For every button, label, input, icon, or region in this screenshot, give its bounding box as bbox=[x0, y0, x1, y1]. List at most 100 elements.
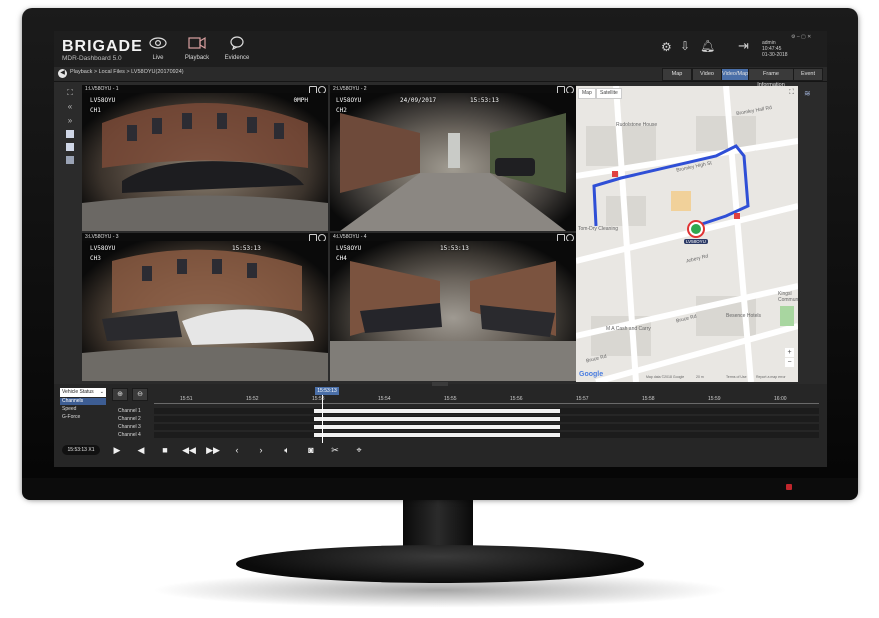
recording-segment[interactable] bbox=[314, 417, 560, 421]
bell-icon[interactable]: 🔔︎ bbox=[700, 39, 715, 53]
fast-forward-icon[interactable]: ▶▶ bbox=[206, 445, 220, 456]
channel-track-1[interactable] bbox=[154, 408, 819, 414]
tab-map[interactable]: Map bbox=[662, 68, 692, 81]
tab-frame-information[interactable]: Frame Information bbox=[748, 68, 794, 88]
osd-channel-4: CH4 bbox=[336, 255, 347, 262]
chevron-down-icon: ⌄ bbox=[99, 389, 104, 395]
reverse-play-icon[interactable]: ◀ bbox=[134, 445, 148, 456]
google-logo: Google bbox=[579, 371, 604, 378]
street-scene-1 bbox=[82, 103, 328, 231]
map-data-credit: Map data ©2018 Google bbox=[646, 375, 685, 379]
zoom-out-button[interactable]: ⊖ bbox=[132, 388, 148, 401]
rewind-icon[interactable]: ◀◀ bbox=[182, 445, 196, 456]
window-controls[interactable]: ⚙ – ▢ ✕ bbox=[791, 34, 811, 40]
logout-icon[interactable]: ⇥ bbox=[738, 38, 749, 54]
tab-event[interactable]: Event bbox=[793, 68, 823, 81]
map-zoom-out-button[interactable]: − bbox=[785, 358, 794, 367]
playback-time: 15:53:13 bbox=[67, 447, 87, 453]
location-search-icon[interactable]: ⌖ bbox=[352, 445, 366, 456]
channel-label-3: Channel 3 bbox=[118, 424, 141, 430]
previous-frame-icon[interactable]: ‹ bbox=[230, 445, 244, 455]
play-icon[interactable]: ▶ bbox=[110, 445, 124, 456]
timeline-tick-label: 15:52 bbox=[246, 396, 259, 402]
camera-feed-4: LV58OYU 15:53:13 CH4 bbox=[330, 241, 576, 381]
zoom-in-button[interactable]: ⊕ bbox=[112, 388, 128, 401]
channel-label-1: Channel 1 bbox=[118, 408, 141, 414]
back-button[interactable]: ◀ bbox=[58, 69, 67, 78]
product-name: MDR-Dashboard 5.0 bbox=[62, 55, 122, 62]
channel-track-3[interactable] bbox=[154, 424, 819, 430]
map-terms-link[interactable]: Terms of Use bbox=[726, 375, 747, 379]
timeline-tick-label: 15:59 bbox=[708, 396, 721, 402]
expand-right-icon[interactable]: » bbox=[66, 117, 74, 125]
camera-tile-2[interactable]: 2:LV58OYU - 2 LV58OYU 24/09/2017 15:53:1… bbox=[330, 85, 576, 231]
recording-segment[interactable] bbox=[314, 409, 560, 413]
vehicle-marker-label[interactable]: LV58OYU bbox=[684, 239, 708, 244]
street-scene-2 bbox=[340, 113, 566, 231]
app-screen: BRIGADE MDR-Dashboard 5.0 Live Playback … bbox=[54, 31, 827, 467]
osd-vehicle-id-2: LV58OYU bbox=[336, 97, 362, 104]
map-tab-map[interactable]: Map bbox=[578, 88, 596, 99]
user-date: 01-30-2018 bbox=[762, 52, 788, 58]
channel-track-2[interactable] bbox=[154, 416, 819, 422]
time-cursor-line[interactable] bbox=[322, 395, 323, 443]
channel-track-4[interactable] bbox=[154, 432, 819, 438]
nav-playback[interactable]: Playback bbox=[182, 36, 212, 61]
recording-segment[interactable] bbox=[314, 425, 560, 429]
snapshot-icon[interactable]: ◙ bbox=[304, 445, 318, 455]
camera-feed-3: LV58OYU 15:53:13 CH3 bbox=[82, 241, 328, 381]
nav-evidence[interactable]: Evidence bbox=[222, 36, 252, 61]
nav-live[interactable]: Live bbox=[146, 36, 170, 61]
stop-icon[interactable]: ■ bbox=[158, 445, 172, 455]
collapse-handle[interactable] bbox=[432, 382, 448, 386]
status-item-channels[interactable]: Channels bbox=[60, 398, 106, 405]
layout-quad-icon[interactable] bbox=[66, 143, 74, 151]
camera-tile-3[interactable]: 3:LV58OYU - 3 LV58OYU 15:53:13 CH3 bbox=[82, 233, 328, 381]
chat-bubble-icon bbox=[230, 36, 244, 51]
timeline-tick-label: 15:51 bbox=[180, 396, 193, 402]
video-camera-icon bbox=[188, 36, 206, 50]
nav-playback-label: Playback bbox=[184, 55, 210, 61]
vehicle-status-value: Vehicle Status bbox=[62, 389, 94, 395]
map-report-link[interactable]: Report a map error bbox=[756, 375, 786, 379]
panel-toggle-icon[interactable]: ≋ bbox=[804, 89, 811, 98]
map-tab-satellite[interactable]: Satellite bbox=[596, 88, 622, 99]
timeline-tick-label: 15:58 bbox=[642, 396, 655, 402]
map-place-besence: Besence Hotels bbox=[726, 313, 762, 319]
next-frame-icon[interactable]: › bbox=[254, 445, 268, 455]
eye-icon bbox=[149, 37, 167, 49]
layout-single-icon[interactable] bbox=[66, 130, 74, 138]
recording-segment[interactable] bbox=[314, 433, 560, 437]
camera-settings-icon[interactable]: ⚙ bbox=[661, 40, 672, 54]
volume-icon[interactable]: 🔈︎ bbox=[280, 445, 294, 456]
map-scale: 20 m bbox=[696, 375, 704, 379]
osd-channel-3: CH3 bbox=[90, 255, 101, 262]
power-led-icon bbox=[786, 484, 792, 490]
fit-screen-icon[interactable]: ⛶ bbox=[66, 89, 74, 97]
download-icon[interactable]: ⇩ bbox=[680, 39, 690, 53]
map-panel[interactable]: Map Satellite ⛶ Rudolstone House Bromley… bbox=[576, 86, 798, 382]
camera-tile-1[interactable]: 1:LV58OYU - 1 LV58OYU 0MPH CH1 bbox=[82, 85, 328, 231]
map-fullscreen-icon[interactable]: ⛶ bbox=[789, 89, 794, 97]
time-cursor-label[interactable]: 15:53:13 bbox=[315, 387, 339, 395]
camera-title-4: 4:LV58OYU - 4 bbox=[330, 233, 576, 241]
osd-vehicle-id-3: LV58OYU bbox=[90, 245, 116, 252]
camera-feed-2: LV58OYU 24/09/2017 15:53:13 CH2 bbox=[330, 93, 576, 231]
channel-label-4: Channel 4 bbox=[118, 432, 141, 438]
collapse-left-icon[interactable]: « bbox=[66, 103, 74, 111]
timeline-tick-label: 16:00 bbox=[774, 396, 787, 402]
map-zoom-in-button[interactable]: + bbox=[785, 348, 794, 357]
vehicle-status-select[interactable]: Vehicle Status ⌄ bbox=[60, 388, 106, 397]
layout-grid-icon[interactable] bbox=[66, 156, 74, 164]
nav-live-label: Live bbox=[152, 55, 164, 61]
clip-scissors-icon[interactable]: ✂ bbox=[328, 445, 342, 456]
osd-time-4: 15:53:13 bbox=[440, 245, 469, 252]
status-item-speed[interactable]: Speed bbox=[60, 406, 106, 413]
camera-tile-4[interactable]: 4:LV58OYU - 4 LV58OYU 15:53:13 CH4 bbox=[330, 233, 576, 381]
timeline-tick-label: 15:54 bbox=[378, 396, 391, 402]
osd-speed-1: 0MPH bbox=[293, 97, 308, 104]
status-item-g-force[interactable]: G-Force bbox=[60, 414, 106, 421]
tab-video-map[interactable]: Video/Map bbox=[721, 68, 749, 81]
camera-title-1: 1:LV58OYU - 1 bbox=[82, 85, 328, 93]
tab-video[interactable]: Video bbox=[692, 68, 722, 81]
